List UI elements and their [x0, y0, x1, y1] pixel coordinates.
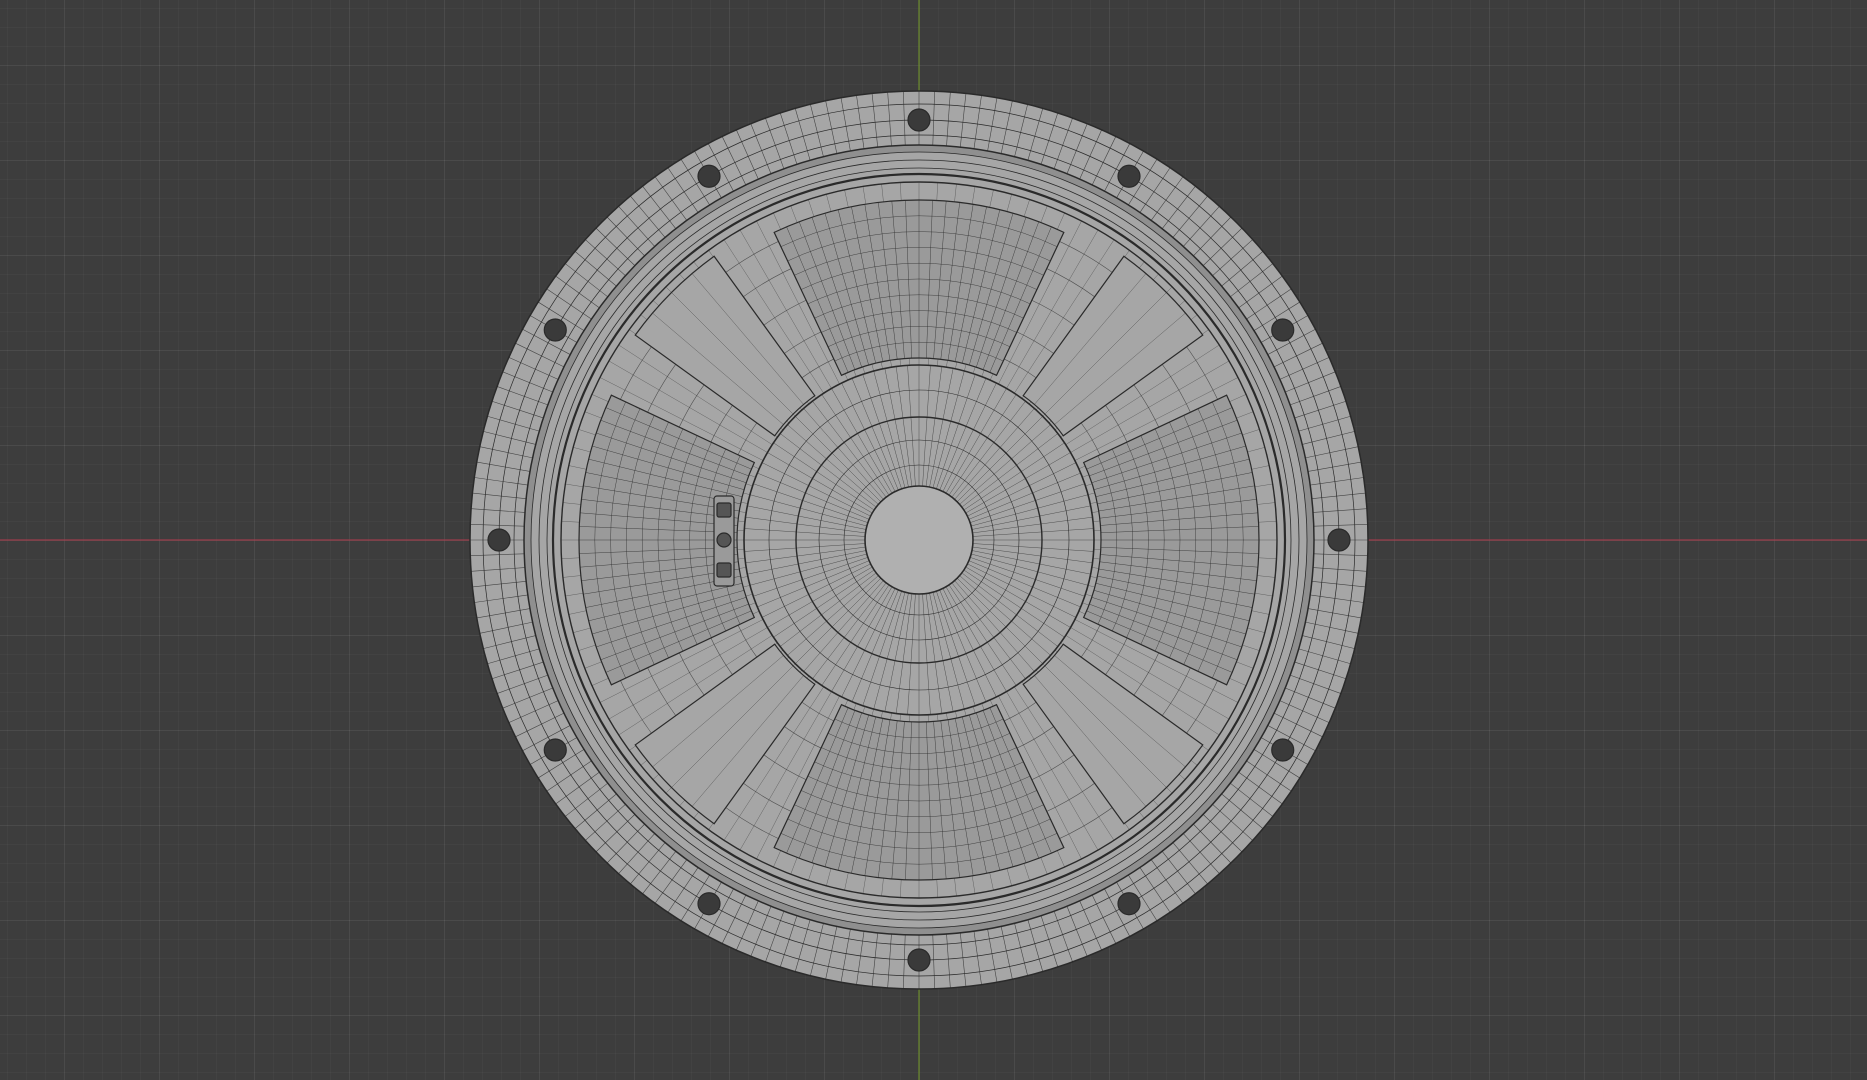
pole-piece[interactable]	[864, 485, 974, 595]
speaker-model[interactable]	[469, 90, 1369, 990]
solder-terminal-icon[interactable]	[713, 495, 735, 587]
scene-canvas[interactable]	[0, 0, 1867, 1080]
3d-viewport[interactable]	[0, 0, 1867, 1080]
